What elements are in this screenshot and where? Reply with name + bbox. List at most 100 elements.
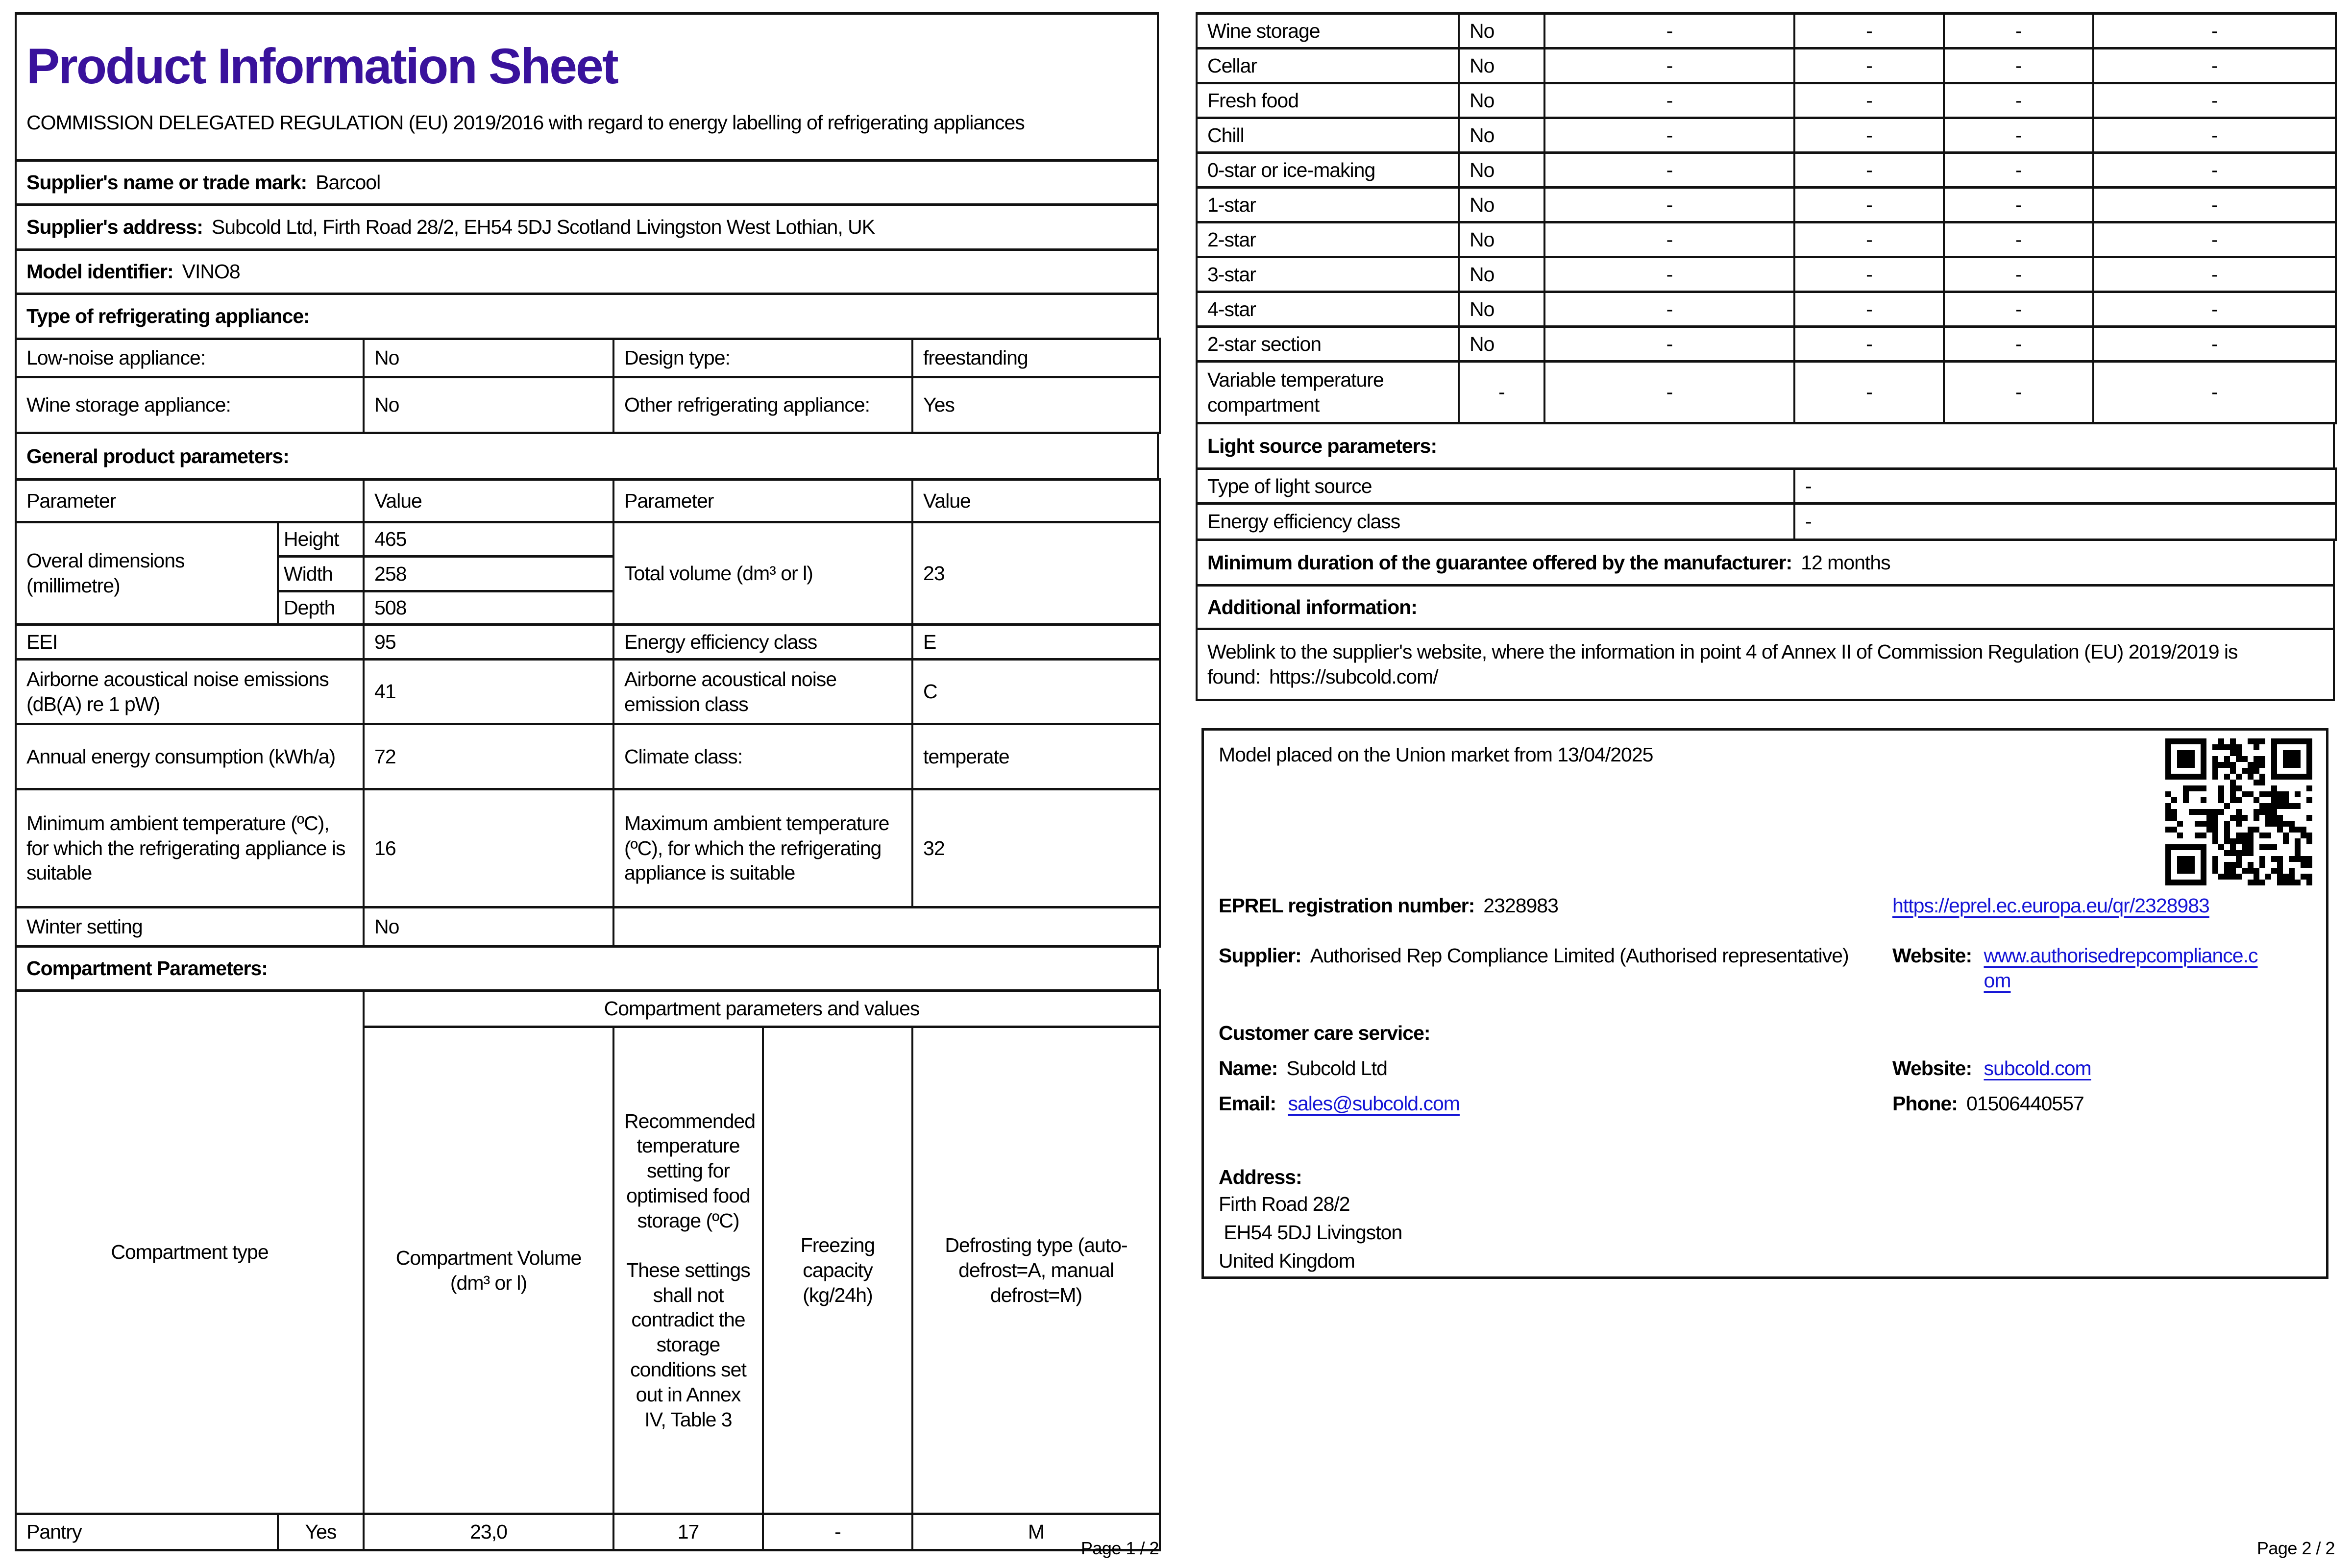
compartment-dash: -: [1793, 12, 1945, 49]
compartment-dash: -: [1793, 47, 1945, 84]
compartment-dash: -: [1943, 325, 2094, 363]
design-type-value: freestanding: [911, 338, 1161, 378]
eprel-value: 2328983: [1483, 894, 1559, 917]
supplier-name-row: Supplier's name or trade mark: Barcool: [15, 159, 1159, 206]
compartment-dash: -: [2092, 221, 2337, 258]
supplier-info: Supplier: Authorised Rep Compliance Limit…: [1219, 943, 1870, 968]
light-heading-table: Light source parameters:: [1196, 422, 2335, 470]
compartment-dash: -: [2092, 291, 2337, 328]
compartment-name: Chill: [1196, 117, 1460, 154]
website-label: Website:: [1892, 944, 1972, 967]
table-row: Wine storage No - - - -: [1196, 12, 2337, 49]
compartment-dash: -: [2092, 12, 2337, 49]
compartment-dash: -: [2092, 256, 2337, 293]
supplier-address-label: Supplier's address:: [26, 216, 203, 239]
qr-code: [2165, 738, 2312, 885]
compartment-name: Variable temperature compartment: [1196, 360, 1460, 424]
compartment-dash: -: [1943, 151, 2094, 189]
climate-value: temperate: [911, 723, 1161, 790]
address-line: Firth Road 28/2: [1219, 1192, 1350, 1215]
compartment-name: 3-star: [1196, 256, 1460, 293]
table-row: Cellar No - - - -: [1196, 47, 2337, 84]
compartment-dash: -: [1793, 117, 1945, 154]
noise-class-label: Airborne acoustical noise emission class: [612, 658, 914, 725]
email-label: Email:: [1219, 1092, 1276, 1115]
supplier-label: Supplier:: [1219, 944, 1302, 967]
model-identifier-row: Model identifier: VINO8: [15, 248, 1159, 295]
supplier-website: Website: www.authorisedrepcompliance.com: [1892, 943, 2270, 993]
compartment-dash: -: [1544, 256, 1795, 293]
compartment-dash: -: [1544, 221, 1795, 258]
compartment-present: No: [1458, 47, 1545, 84]
email-link[interactable]: sales@subcold.com: [1288, 1092, 1460, 1115]
defrost-column-header: Defrosting type (auto-defrost=A, manual …: [911, 1026, 1161, 1515]
volume-column-header: Compartment Volume (dm³ or l): [363, 1026, 614, 1515]
compartment-dash: -: [1943, 82, 2094, 119]
compartment-present: No: [1458, 221, 1545, 258]
compartment-present: No: [1458, 186, 1545, 223]
total-volume-value: 23: [911, 521, 1161, 626]
dim-key: Width: [276, 555, 365, 592]
compartment-dash: -: [1943, 117, 2094, 154]
additional-info-heading: Additional information:: [1207, 595, 1418, 618]
column-header: Value: [363, 478, 615, 523]
supplier-address-value: Subcold Ltd, Firth Road 28/2, EH54 5DJ S…: [211, 216, 875, 239]
noise-label: Airborne acoustical noise emissions (dB(…: [14, 658, 365, 725]
column-header: Value: [911, 478, 1161, 523]
other-appliance-value: Yes: [911, 376, 1161, 434]
compartment-dash: -: [2092, 186, 2337, 223]
freezing-column-header: Freezing capacity (kg/24h): [762, 1026, 913, 1515]
address-block: Address: Firth Road 28/2 EH54 5DJ Living…: [1219, 1165, 1402, 1275]
care-name: Name: Subcold Ltd: [1219, 1056, 1388, 1081]
table-row: 3-star No - - - -: [1196, 256, 2337, 293]
eprel-link[interactable]: https://eprel.ec.europa.eu/qr/2328983: [1892, 894, 2210, 917]
customer-care-heading-wrap: Customer care service:: [1219, 1021, 1431, 1046]
type-heading-row: Type of refrigerating appliance:: [15, 293, 1159, 340]
address-line: EH54 5DJ Livingston: [1219, 1221, 1402, 1244]
compartment-dash: -: [1544, 291, 1795, 328]
table-row: 2-star section No - - - -: [1196, 325, 2337, 363]
noise-value: 41: [363, 658, 615, 725]
title-table: Product Information Sheet COMMISSION DEL…: [15, 12, 1159, 340]
wine-storage-value: No: [363, 376, 615, 434]
care-website-label: Website:: [1892, 1057, 1972, 1079]
eprel-link-wrap: https://eprel.ec.europa.eu/qr/2328983: [1892, 893, 2210, 918]
guarantee-table: Minimum duration of the guarantee offere…: [1196, 539, 2335, 701]
temperature-header-line2: These settings shall not contradict the …: [626, 1258, 751, 1431]
supplier-value: Authorised Rep Compliance Limited (Autho…: [1310, 944, 1849, 967]
light-source-table: Type of light source - Energy efficiency…: [1195, 467, 2337, 541]
empty-cell: [612, 906, 1161, 948]
compartment-name: 0-star or ice-making: [1196, 151, 1460, 189]
light-type-value: -: [1793, 467, 2337, 505]
care-website-link[interactable]: subcold.com: [1984, 1057, 2092, 1079]
table-row: Type of light source -: [1195, 467, 2337, 505]
compartment-name: 2-star section: [1196, 325, 1460, 363]
compartment-dash: -: [2092, 360, 2337, 424]
max-temp-value: 32: [911, 788, 1161, 908]
supplier-name-label: Supplier's name or trade mark:: [26, 171, 307, 194]
regulation-subtitle: COMMISSION DELEGATED REGULATION (EU) 201…: [26, 111, 1025, 134]
compartment-dash: -: [1544, 186, 1795, 223]
aec-label: Annual energy consumption (kWh/a): [14, 723, 365, 790]
light-type-label: Type of light source: [1195, 467, 1796, 505]
low-noise-value: No: [363, 338, 615, 378]
page-2: Wine storage No - - - - Cellar No - - - - Fresh food…: [1195, 12, 2337, 1279]
table-row: Chill No - - - -: [1196, 117, 2337, 154]
compartment-name: 1-star: [1196, 186, 1460, 223]
min-temp-value: 16: [363, 788, 615, 908]
compartment-present: No: [1458, 256, 1545, 293]
compartment-dash: -: [1943, 47, 2094, 84]
dimensions-label: Overal dimensions (millimetre): [15, 521, 279, 626]
dim-value: 258: [363, 555, 615, 592]
phone-label: Phone:: [1892, 1092, 1958, 1115]
page-number-2: Page 2 / 2: [2256, 1538, 2335, 1558]
compartment-dash: -: [1943, 186, 2094, 223]
compartment-dash: -: [1793, 186, 1945, 223]
model-identifier-label: Model identifier:: [26, 260, 174, 283]
design-type-label: Design type:: [612, 338, 914, 378]
compartment-dash: -: [1943, 256, 2094, 293]
page-title: Product Information Sheet: [26, 38, 619, 94]
supplier-website-link[interactable]: www.authorisedrepcompliance.com: [1984, 943, 2263, 993]
table-row: 4-star No - - - -: [1196, 291, 2337, 328]
winter-setting-label: Winter setting: [14, 906, 365, 948]
